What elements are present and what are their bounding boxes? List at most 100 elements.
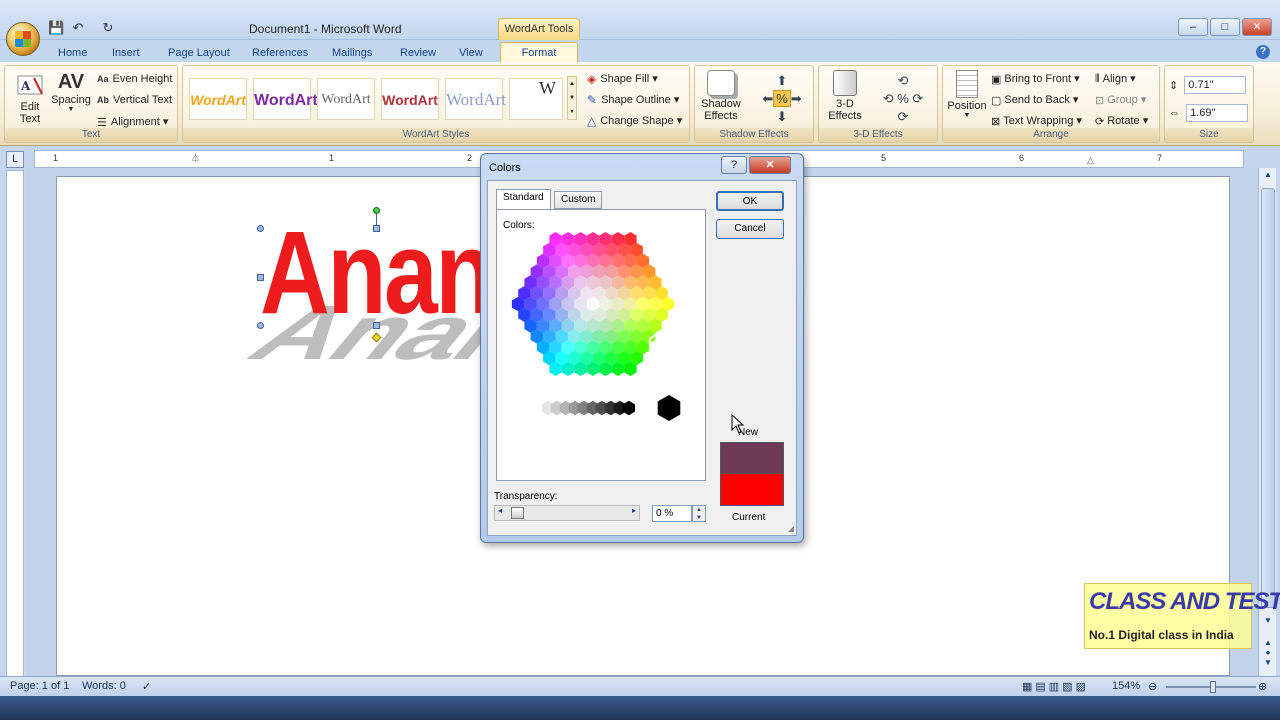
3d-effects-label: 3-D Effects bbox=[828, 98, 862, 122]
wordart-style-6[interactable]: W bbox=[509, 78, 563, 120]
shadow-nudge-controls[interactable]: ⬆ ⬅% ➡ ⬇ bbox=[757, 72, 807, 128]
transparency-slider[interactable]: ◂ ▸ bbox=[494, 505, 640, 521]
text-group-label: Text bbox=[5, 128, 177, 142]
quick-access-toolbar: 💾 ↶ ↻ bbox=[46, 18, 116, 38]
resize-handle[interactable] bbox=[373, 322, 380, 329]
wordart-gallery-scroll[interactable]: ▲ ▼ ▾ bbox=[567, 76, 577, 120]
spacing-button[interactable]: AV Spacing ▼ bbox=[51, 70, 91, 113]
tab-home[interactable]: Home bbox=[52, 44, 93, 62]
wordart-style-6-label: W bbox=[539, 78, 556, 98]
resize-handle[interactable] bbox=[257, 225, 264, 232]
height-input[interactable]: 0.71" bbox=[1184, 76, 1247, 94]
shape-fill-button[interactable]: ◈ Shape Fill ▾ bbox=[587, 72, 658, 86]
vertical-ruler[interactable] bbox=[6, 170, 24, 678]
new-color-swatch bbox=[720, 442, 784, 474]
ok-button[interactable]: OK bbox=[716, 191, 784, 211]
edit-text-button[interactable]: A Edit Text bbox=[13, 72, 47, 125]
undo-icon[interactable]: ↶ bbox=[70, 20, 86, 36]
change-shape-button[interactable]: △ Change Shape ▾ bbox=[587, 114, 682, 128]
send-to-back-button[interactable]: ▢ Send to Back ▾ bbox=[991, 93, 1078, 107]
tab-review[interactable]: Review bbox=[394, 44, 442, 62]
redo-icon[interactable]: ↻ bbox=[100, 20, 116, 36]
wordart-style-4-label: WordArt bbox=[382, 92, 438, 108]
save-icon[interactable]: 💾 bbox=[48, 20, 64, 36]
dialog-help-button[interactable]: ? bbox=[721, 156, 747, 174]
gray-swatch[interactable] bbox=[622, 400, 635, 416]
align-button[interactable]: ⫴ Align ▾ bbox=[1095, 72, 1136, 86]
tab-page-layout[interactable]: Page Layout bbox=[162, 44, 236, 62]
zoom-slider-thumb[interactable] bbox=[1210, 681, 1216, 693]
tab-custom[interactable]: Custom bbox=[554, 191, 603, 209]
zoom-level[interactable]: 154% bbox=[1112, 680, 1140, 692]
tab-standard[interactable]: Standard bbox=[496, 189, 551, 209]
wordart-style-4[interactable]: WordArt bbox=[381, 78, 439, 120]
resize-handle[interactable] bbox=[373, 225, 380, 232]
height-icon: ⇕ bbox=[1169, 79, 1179, 92]
slider-left-icon[interactable]: ◂ bbox=[498, 506, 502, 515]
transparency-spinner[interactable]: ▲ ▼ bbox=[692, 505, 706, 522]
maximize-button[interactable]: □ bbox=[1210, 18, 1240, 36]
close-button[interactable]: ✕ bbox=[1242, 18, 1272, 36]
scrollbar-thumb[interactable] bbox=[1261, 188, 1275, 608]
wordart-styles-group: WordArt WordArt WordArt WordArt WordArt … bbox=[182, 65, 690, 143]
alignment-label: Alignment bbox=[110, 116, 160, 128]
transparency-input[interactable]: 0 % bbox=[652, 505, 692, 522]
proofing-icon[interactable]: ✓ bbox=[142, 680, 151, 693]
minimize-button[interactable]: – bbox=[1178, 18, 1208, 36]
scroll-up-icon[interactable]: ▲ bbox=[1261, 170, 1275, 184]
cancel-button[interactable]: Cancel bbox=[716, 219, 784, 239]
shadow-effects-button[interactable]: Shadow Effects bbox=[699, 70, 743, 122]
zoom-in-icon[interactable]: ⊕ bbox=[1258, 680, 1267, 693]
even-height-button[interactable]: Aa Even Height bbox=[97, 73, 172, 85]
scroll-down-icon[interactable]: ▼ bbox=[1261, 616, 1275, 630]
current-color-swatch bbox=[720, 474, 784, 506]
alignment-button[interactable]: ☰ Alignment ▾ bbox=[97, 115, 168, 129]
group-button[interactable]: ⊡ Group ▾ bbox=[1095, 93, 1146, 107]
3d-tilt-controls[interactable]: ⟲ ⟲ % ⟳ ⟳ bbox=[875, 72, 931, 128]
browse-object-icon[interactable]: ▲ ● ▼ bbox=[1261, 638, 1275, 668]
right-indent-marker-icon[interactable]: △ bbox=[1087, 155, 1094, 166]
window-controls: – □ ✕ bbox=[1178, 18, 1272, 36]
ruler-number: 1 bbox=[329, 153, 335, 163]
wordart-style-5[interactable]: WordArt bbox=[445, 78, 506, 120]
resize-handle[interactable] bbox=[257, 322, 264, 329]
black-swatch[interactable] bbox=[657, 395, 681, 421]
rotate-button[interactable]: ⟳ Rotate ▾ bbox=[1095, 114, 1148, 128]
3d-effects-button[interactable]: 3-D Effects bbox=[823, 70, 867, 122]
color-hexagon-grid[interactable] bbox=[503, 232, 699, 428]
bring-to-front-icon: ▣ bbox=[991, 73, 1002, 86]
bring-to-front-button[interactable]: ▣ Bring to Front ▾ bbox=[991, 72, 1080, 86]
transparency-slider-thumb[interactable] bbox=[511, 507, 524, 519]
wordart-style-2[interactable]: WordArt bbox=[253, 78, 318, 120]
tab-format[interactable]: Format bbox=[500, 42, 578, 62]
rotation-stem bbox=[376, 214, 377, 226]
tab-insert[interactable]: Insert bbox=[106, 44, 146, 62]
chevron-down-icon: ▼ bbox=[67, 106, 75, 113]
tilt-right-icon: ⟳ bbox=[912, 91, 924, 106]
wordart-style-1[interactable]: WordArt bbox=[189, 78, 247, 120]
tab-view[interactable]: View bbox=[453, 44, 489, 62]
vertical-text-button[interactable]: Ab Vertical Text bbox=[97, 94, 172, 106]
width-input[interactable]: 1.69" bbox=[1186, 104, 1249, 122]
slider-right-icon[interactable]: ▸ bbox=[632, 506, 636, 515]
shape-outline-button[interactable]: ✎ Shape Outline ▾ bbox=[587, 93, 679, 107]
view-buttons[interactable]: ▦▤▥▧▨ bbox=[1022, 680, 1089, 693]
resize-grip-icon[interactable]: ◢ bbox=[788, 524, 794, 533]
3d-effects-group-label: 3-D Effects bbox=[819, 128, 937, 142]
resize-handle[interactable] bbox=[257, 274, 264, 281]
tab-mailings[interactable]: Mailings bbox=[326, 44, 378, 62]
dialog-close-button[interactable]: ✕ bbox=[749, 156, 791, 174]
zoom-out-icon[interactable]: ⊖ bbox=[1148, 680, 1157, 693]
tab-references[interactable]: References bbox=[246, 44, 314, 62]
wordart-style-3[interactable]: WordArt bbox=[317, 78, 375, 120]
help-icon[interactable]: ? bbox=[1256, 45, 1270, 59]
page-count[interactable]: Page: 1 of 1 bbox=[10, 680, 69, 692]
rotation-handle[interactable] bbox=[373, 207, 380, 214]
tab-selector[interactable]: L bbox=[6, 151, 24, 168]
position-button[interactable]: Position ▼ bbox=[945, 70, 989, 119]
indent-marker-icon[interactable]: ⏃ bbox=[191, 151, 200, 164]
word-count[interactable]: Words: 0 bbox=[82, 680, 126, 692]
text-wrapping-button[interactable]: ⊠ Text Wrapping ▾ bbox=[991, 114, 1082, 128]
office-button[interactable] bbox=[6, 22, 40, 56]
wordart-style-2-label: WordArt bbox=[254, 92, 318, 109]
